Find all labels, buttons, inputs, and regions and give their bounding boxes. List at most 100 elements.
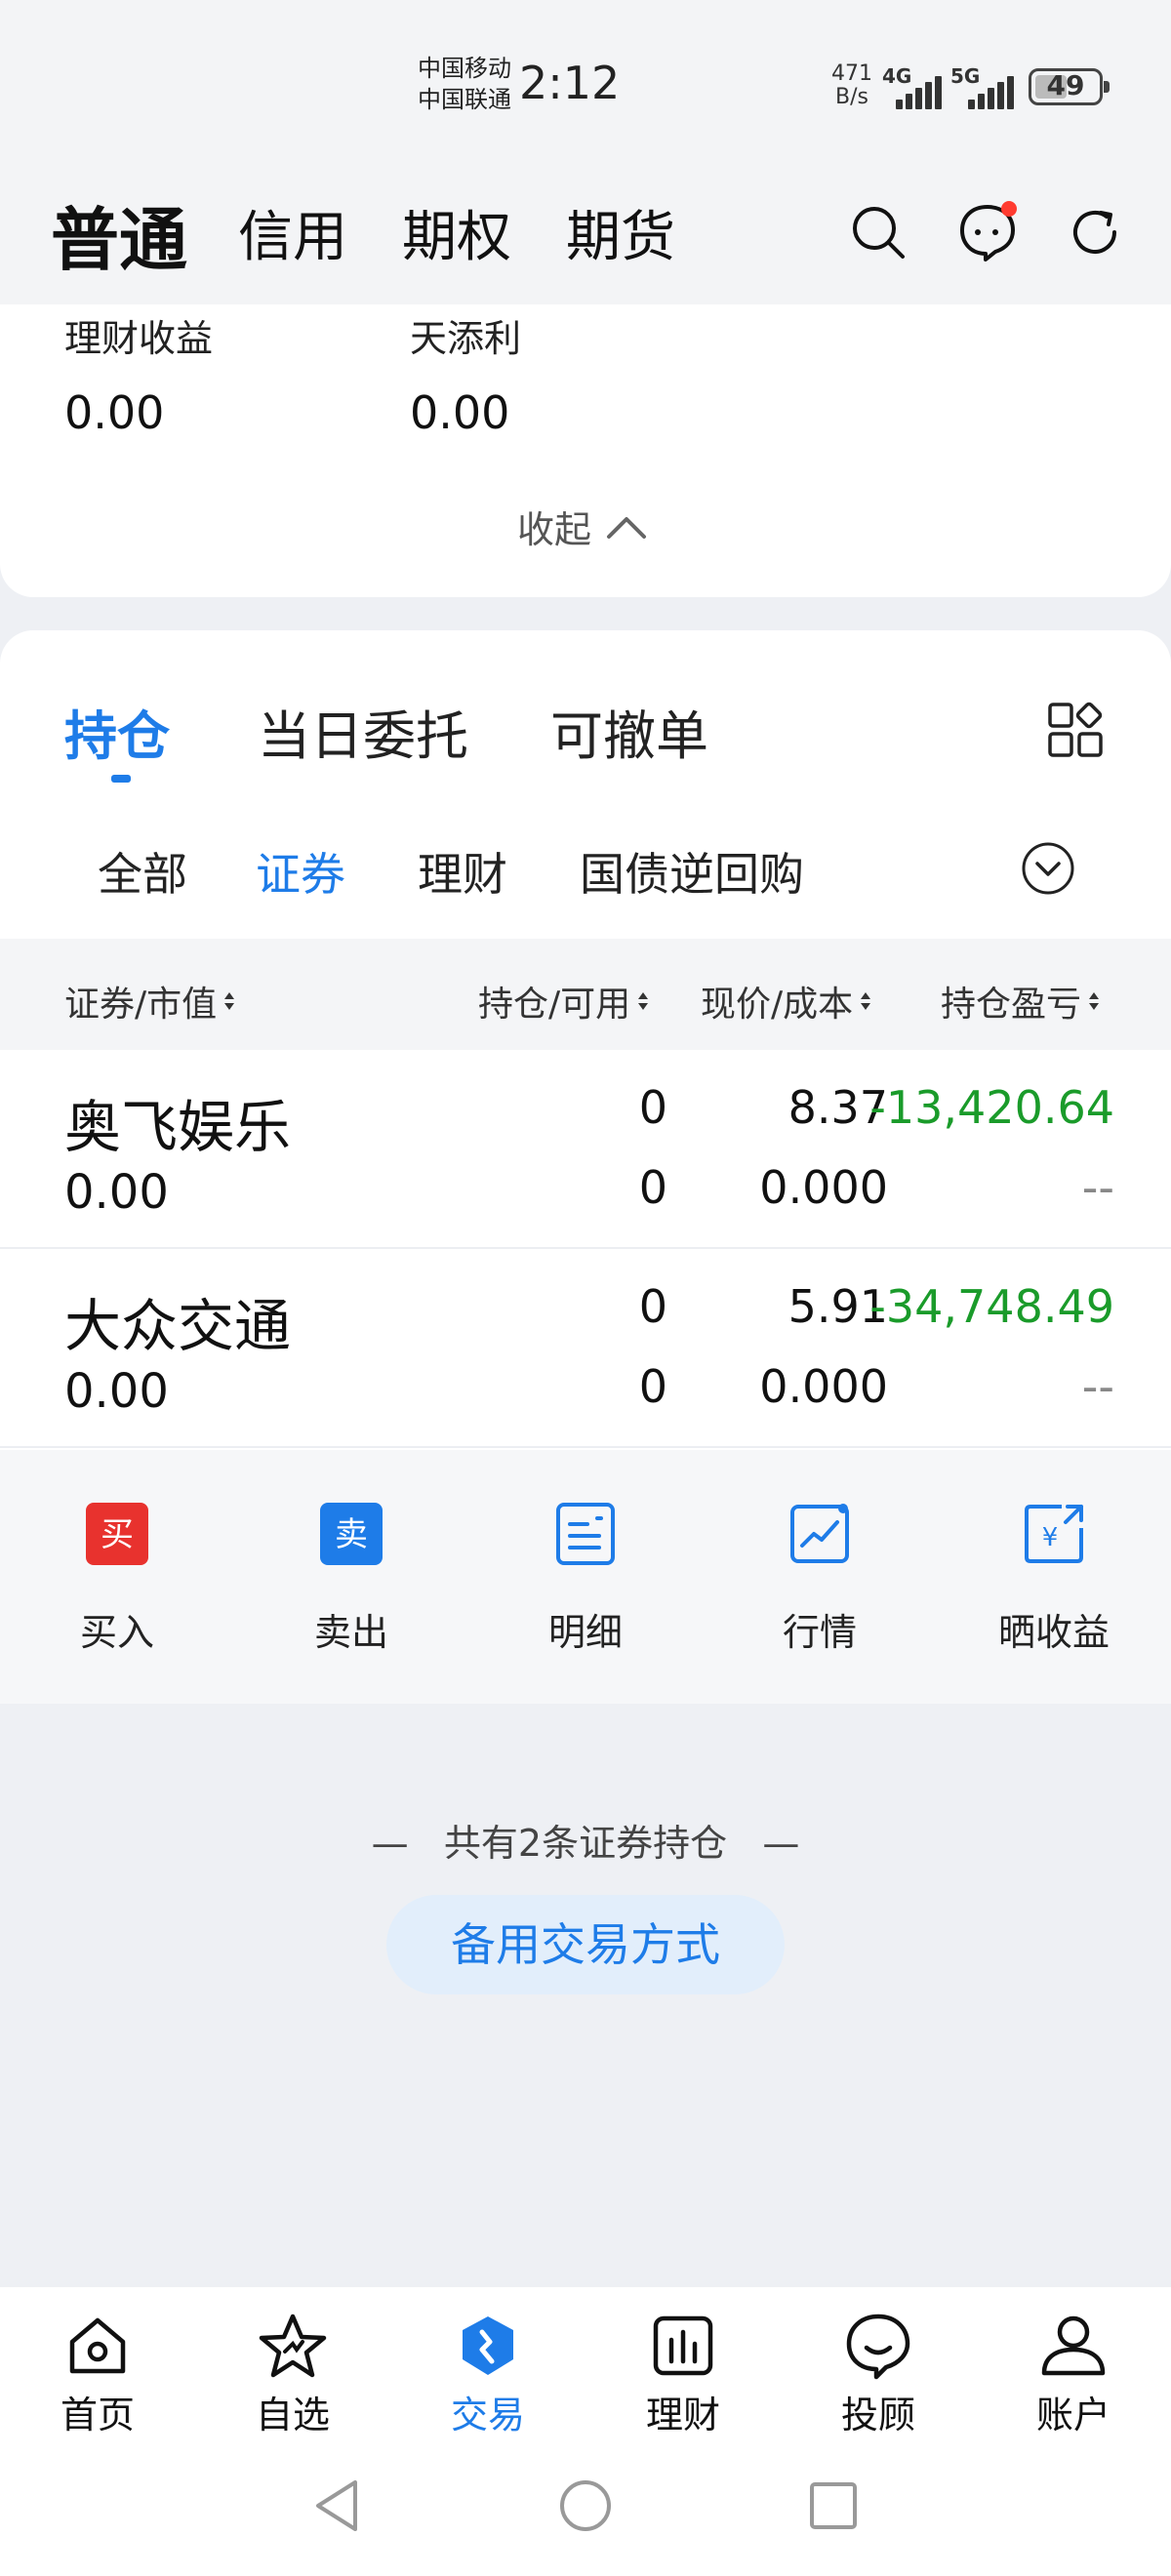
header-security-value[interactable]: 证券/市值	[64, 976, 235, 1026]
sort-icon	[224, 990, 235, 1012]
pnl-ratio: --	[1081, 1161, 1114, 1214]
position-actions: 买 买入 卖 卖出 明细 行情 ¥ 晒收益	[0, 1450, 1171, 1704]
share-profit-icon: ¥	[1021, 1501, 1087, 1567]
advisor-icon	[843, 2311, 913, 2381]
active-tab-indicator	[111, 775, 131, 783]
positions-card: 持仓 当日委托 可撤单 全部 证券 理财 国债逆回购 证券/市值 持仓/可用 现…	[0, 630, 1171, 1450]
detail-button[interactable]: 明细	[488, 1501, 683, 1656]
nav-account[interactable]: 账户	[1005, 2311, 1142, 2438]
svg-text:卖: 卖	[335, 1515, 368, 1554]
position-pnl: -34,748.49	[869, 1280, 1114, 1333]
backup-trade-button[interactable]: 备用交易方式	[386, 1895, 785, 1994]
tab-credit[interactable]: 信用	[238, 193, 347, 272]
available-qty: 0	[638, 1161, 667, 1214]
net-speed-unit: B/s	[835, 85, 868, 109]
carrier-2: 中国联通	[418, 86, 511, 113]
holding-qty: 0	[638, 1280, 667, 1333]
sell-label: 卖出	[313, 1611, 388, 1654]
tab-cancelable[interactable]: 可撤单	[550, 693, 708, 770]
security-name: 大众交通	[64, 1293, 292, 1359]
sell-icon: 卖	[318, 1501, 384, 1567]
header-price-cost[interactable]: 现价/成本	[701, 976, 871, 1026]
header-pnl[interactable]: 持仓盈亏	[941, 976, 1100, 1026]
subtab-reverse-repo[interactable]: 国债逆回购	[580, 839, 804, 904]
tab-normal[interactable]: 普通	[51, 185, 187, 284]
star-icon	[258, 2311, 328, 2381]
buy-icon: 买	[84, 1501, 150, 1567]
tab-options[interactable]: 期权	[402, 193, 511, 272]
carrier-1: 中国移动	[418, 55, 511, 82]
message-icon[interactable]	[956, 201, 1019, 263]
tab-holdings[interactable]: 持仓	[64, 693, 170, 770]
clock: 2:12	[519, 57, 621, 109]
grid-menu-icon[interactable]	[1044, 699, 1107, 761]
market-button[interactable]: 行情	[722, 1501, 917, 1656]
available-qty: 0	[638, 1360, 667, 1413]
market-value: 0.00	[64, 1165, 169, 1220]
detail-icon	[552, 1501, 619, 1567]
tiantianli-label: 天添利	[410, 317, 522, 360]
sell-button[interactable]: 卖 卖出	[254, 1501, 449, 1656]
market-value: 0.00	[64, 1364, 169, 1419]
battery-icon: 49	[1029, 68, 1110, 105]
asset-summary-card: 理财收益 0.00 天添利 0.00 收起	[0, 304, 1171, 597]
svg-text:买: 买	[101, 1515, 134, 1554]
net-speed: 471 B/s	[831, 62, 872, 109]
nav-finance[interactable]: 理财	[615, 2311, 751, 2438]
sort-icon	[1089, 990, 1100, 1012]
subtab-wealth[interactable]: 理财	[418, 839, 507, 904]
account-icon	[1038, 2311, 1109, 2381]
home-circle-icon[interactable]	[556, 2476, 615, 2535]
tab-futures[interactable]: 期货	[566, 193, 675, 272]
refresh-icon[interactable]	[1064, 201, 1126, 263]
pnl-ratio: --	[1081, 1360, 1114, 1413]
wealth-income-value: 0.00	[64, 386, 165, 439]
tiantianli-value: 0.00	[410, 386, 510, 439]
chevron-up-icon	[607, 516, 647, 539]
search-icon[interactable]	[847, 201, 909, 263]
position-pnl: -13,420.64	[869, 1081, 1114, 1134]
account-type-tabs: 普通 信用 期权 期货	[0, 166, 1171, 304]
signal-4g-icon: 4G	[882, 62, 942, 109]
chevron-down-circle-icon[interactable]	[1021, 841, 1075, 896]
bottom-nav: 首页 自选 交易 理财 投顾 账户	[0, 2287, 1171, 2453]
battery-level: 49	[1046, 69, 1085, 101]
trade-icon	[453, 2311, 523, 2381]
security-name: 奥飞娱乐	[64, 1094, 292, 1160]
carrier-info: 中国移动 中国联通	[418, 53, 511, 115]
buy-button[interactable]: 买 买入	[20, 1501, 215, 1656]
finance-icon	[648, 2311, 718, 2381]
collapse-button[interactable]: 收起	[517, 500, 648, 553]
collapse-label: 收起	[517, 508, 592, 551]
share-profit-button[interactable]: ¥ 晒收益	[956, 1501, 1151, 1656]
table-row[interactable]: 奥飞娱乐 0.00 0 0 8.37 0.000 -13,420.64 --	[0, 1050, 1171, 1249]
nav-home[interactable]: 首页	[29, 2311, 166, 2438]
signal-5g-icon: 5G	[950, 62, 1019, 109]
status-bar: 中国移动 中国联通 2:12 471 B/s 4G 5G 49	[0, 0, 1171, 166]
cost-price: 0.000	[759, 1360, 888, 1413]
market-label: 行情	[782, 1611, 857, 1654]
holdings-count-text: — 共有2条证券持仓 —	[371, 1822, 800, 1865]
sort-icon	[638, 990, 649, 1012]
tab-today-orders[interactable]: 当日委托	[258, 693, 468, 770]
system-nav-bar	[0, 2453, 1171, 2576]
subtab-securities[interactable]: 证券	[256, 839, 345, 904]
back-icon[interactable]	[310, 2476, 365, 2535]
nav-trade[interactable]: 交易	[420, 2311, 556, 2438]
net-speed-value: 471	[831, 61, 872, 86]
holding-qty: 0	[638, 1081, 667, 1134]
table-header: 证券/市值 持仓/可用 现价/成本 持仓盈亏	[0, 939, 1171, 1050]
header-holding-available[interactable]: 持仓/可用	[478, 976, 649, 1026]
notification-dot	[1001, 201, 1017, 217]
home-icon	[62, 2311, 133, 2381]
recents-icon[interactable]	[806, 2478, 861, 2533]
detail-label: 明细	[547, 1611, 623, 1654]
nav-watchlist[interactable]: 自选	[224, 2311, 361, 2438]
table-row[interactable]: 大众交通 0.00 0 0 5.91 0.000 -34,748.49 --	[0, 1249, 1171, 1448]
subtab-all[interactable]: 全部	[98, 839, 187, 904]
sort-icon	[861, 990, 871, 1012]
nav-advisor[interactable]: 投顾	[810, 2311, 947, 2438]
market-icon	[787, 1501, 853, 1567]
buy-label: 买入	[79, 1611, 154, 1654]
svg-text:¥: ¥	[1042, 1523, 1059, 1552]
